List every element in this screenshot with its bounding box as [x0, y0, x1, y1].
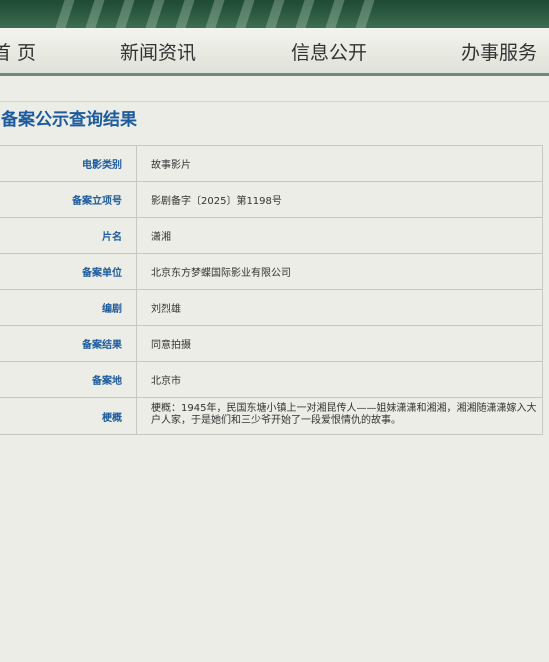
nav-item-news[interactable]: 新闻资讯 [120, 38, 196, 65]
main-nav: 首 页 新闻资讯 信息公开 办事服务 [0, 28, 549, 73]
row-label: 备案结果 [0, 326, 137, 361]
nav-item-info-disclosure[interactable]: 信息公开 [291, 38, 367, 65]
row-value: 刘烈雄 [151, 304, 181, 315]
table-row: 备案结果 同意拍摄 [0, 326, 543, 362]
table-row: 备案地 北京市 [0, 362, 543, 398]
row-label: 片名 [0, 218, 137, 253]
table-row: 编剧 刘烈雄 [0, 290, 543, 326]
row-value: 北京市 [151, 376, 181, 387]
table-row: 备案单位 北京东方梦蝶国际影业有限公司 [0, 254, 543, 290]
row-label: 电影类别 [0, 146, 137, 181]
page-title: 备案公示查询结果 [1, 110, 137, 130]
row-value-synopsis: 梗概：1945年，民国东塘小镇上一对湘昆传人——姐妹潇潇和湘湘，湘湘随潇潇嫁入大… [151, 403, 537, 426]
row-label: 备案立项号 [0, 182, 137, 217]
row-label: 备案地 [0, 362, 137, 397]
table-row: 片名 潇湘 [0, 218, 543, 254]
row-label: 编剧 [0, 290, 137, 325]
row-label: 梗概 [0, 398, 137, 434]
nav-item-home[interactable]: 首 页 [0, 38, 36, 65]
record-table: 电影类别 故事影片 备案立项号 影剧备字〔2025〕第1198号 片名 潇湘 备… [0, 145, 543, 435]
row-label: 备案单位 [0, 254, 137, 289]
table-row: 电影类别 故事影片 [0, 146, 543, 182]
section-divider [0, 101, 549, 102]
row-value: 北京东方梦蝶国际影业有限公司 [151, 268, 291, 279]
row-value: 潇湘 [151, 232, 171, 243]
row-value: 故事影片 [151, 160, 191, 171]
table-row: 梗概 梗概：1945年，民国东塘小镇上一对湘昆传人——姐妹潇潇和湘湘，湘湘随潇潇… [0, 398, 543, 435]
row-value: 影剧备字〔2025〕第1198号 [151, 196, 282, 207]
header-banner [0, 0, 549, 28]
nav-item-services[interactable]: 办事服务 [461, 38, 537, 65]
row-value: 同意拍摄 [151, 340, 191, 351]
table-row: 备案立项号 影剧备字〔2025〕第1198号 [0, 182, 543, 218]
nav-underline [0, 73, 549, 76]
